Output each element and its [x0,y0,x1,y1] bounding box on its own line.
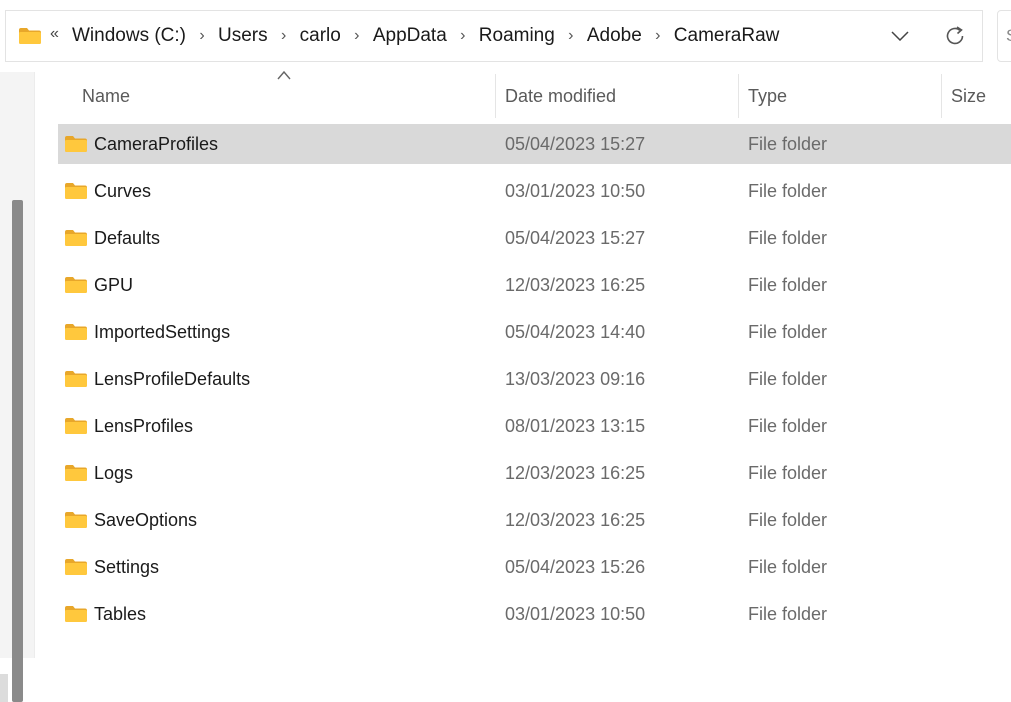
file-name: CameraProfiles [94,134,219,154]
folder-icon [65,183,87,199]
file-date-modified: 05/04/2023 14:40 [505,322,646,342]
refresh-button[interactable] [940,21,970,51]
breadcrumb-separator[interactable]: › [268,27,300,45]
column-header-size[interactable]: Size [951,74,1011,118]
file-type: File folder [748,228,828,248]
breadcrumb-separator[interactable]: › [447,27,479,45]
file-row-settings[interactable]: Settings 05/04/2023 15:26 File folder [58,547,1011,587]
column-header-type[interactable]: Type [748,74,938,118]
file-name: Defaults [94,228,161,248]
folder-icon [19,28,41,44]
file-date-modified: 12/03/2023 16:25 [505,510,646,530]
file-date-modified: 05/04/2023 15:27 [505,228,646,248]
file-name: LensProfileDefaults [94,369,251,389]
file-type: File folder [748,463,828,483]
file-type: File folder [748,416,828,436]
file-name: GPU [94,275,134,295]
file-row-tables[interactable]: Tables 03/01/2023 10:50 File folder [58,594,1011,634]
file-date-modified: 08/01/2023 13:15 [505,416,646,436]
file-date-modified: 05/04/2023 15:26 [505,557,646,577]
folder-icon [65,418,87,434]
file-type: File folder [748,134,828,154]
file-name: ImportedSettings [94,322,231,342]
breadcrumb-item-cameraraw[interactable]: CameraRaw [674,25,780,47]
file-row-cameraprofiles[interactable]: CameraProfiles 05/04/2023 15:27 File fol… [58,124,1011,164]
file-date-modified: 03/01/2023 10:50 [505,181,646,201]
column-header-date-modified[interactable]: Date modified [505,74,735,118]
file-date-modified: 03/01/2023 10:50 [505,604,646,624]
file-name: SaveOptions [94,510,198,530]
breadcrumb-separator[interactable]: › [642,27,674,45]
file-row-saveoptions[interactable]: SaveOptions 12/03/2023 16:25 File folder [58,500,1011,540]
folder-icon [65,324,87,340]
file-type: File folder [748,369,828,389]
breadcrumb-separator[interactable]: › [555,27,587,45]
refresh-icon [946,26,964,45]
file-name: Curves [94,181,152,201]
file-name: Logs [94,463,134,483]
file-date-modified: 13/03/2023 09:16 [505,369,646,389]
breadcrumb: Windows (C:) › Users › carlo › AppData ›… [72,11,779,61]
breadcrumb-item-adobe[interactable]: Adobe [587,25,642,47]
file-name: Settings [94,557,160,577]
file-row-gpu[interactable]: GPU 12/03/2023 16:25 File folder [58,265,1011,305]
breadcrumb-separator[interactable]: › [186,27,218,45]
file-type: File folder [748,322,828,342]
column-header-date-label: Date modified [505,85,617,106]
search-placeholder: S [1006,26,1011,46]
navigation-pane[interactable] [0,72,35,702]
file-row-logs[interactable]: Logs 12/03/2023 16:25 File folder [58,453,1011,493]
address-history-button[interactable] [885,21,915,51]
breadcrumb-item-windows-c[interactable]: Windows (C:) [72,25,186,47]
folder-icon [65,465,87,481]
file-row-lensprofiledefaults[interactable]: LensProfileDefaults 13/03/2023 09:16 Fil… [58,359,1011,399]
search-input[interactable]: S [997,10,1011,62]
file-date-modified: 12/03/2023 16:25 [505,463,646,483]
breadcrumb-item-users[interactable]: Users [218,25,268,47]
file-type: File folder [748,275,828,295]
navigation-scrollbar[interactable] [12,200,23,702]
column-header-name-label: Name [82,85,131,106]
column-divider[interactable] [495,74,496,118]
file-type: File folder [748,557,828,577]
file-row-importedsettings[interactable]: ImportedSettings 05/04/2023 14:40 File f… [58,312,1011,352]
breadcrumb-item-roaming[interactable]: Roaming [479,25,555,47]
column-header-name[interactable]: Name [82,74,492,118]
address-bar[interactable]: « Windows (C:) › Users › carlo › AppData… [5,10,983,62]
column-header-type-label: Type [748,85,788,106]
file-name: LensProfiles [94,416,194,436]
file-type: File folder [748,181,828,201]
folder-icon [65,512,87,528]
file-row-defaults[interactable]: Defaults 05/04/2023 15:27 File folder [58,218,1011,258]
folder-icon [65,559,87,575]
breadcrumb-overflow-button[interactable]: « [50,25,59,43]
folder-icon [65,277,87,293]
column-divider[interactable] [738,74,739,118]
folder-icon [65,230,87,246]
breadcrumb-item-carlo[interactable]: carlo [300,25,341,47]
folder-icon [65,371,87,387]
breadcrumb-item-appdata[interactable]: AppData [373,25,447,47]
file-date-modified: 05/04/2023 15:27 [505,134,646,154]
column-divider[interactable] [941,74,942,118]
folder-icon [65,606,87,622]
column-header-size-label: Size [951,85,987,106]
file-type: File folder [748,604,828,624]
file-row-curves[interactable]: Curves 03/01/2023 10:50 File folder [58,171,1011,211]
folder-icon [65,136,87,152]
chevron-down-icon [891,31,909,41]
file-row-lensprofiles[interactable]: LensProfiles 08/01/2023 13:15 File folde… [58,406,1011,446]
file-name: Tables [94,604,147,624]
navigation-pane-edge [0,674,8,702]
breadcrumb-separator[interactable]: › [341,27,373,45]
file-date-modified: 12/03/2023 16:25 [505,275,646,295]
file-type: File folder [748,510,828,530]
